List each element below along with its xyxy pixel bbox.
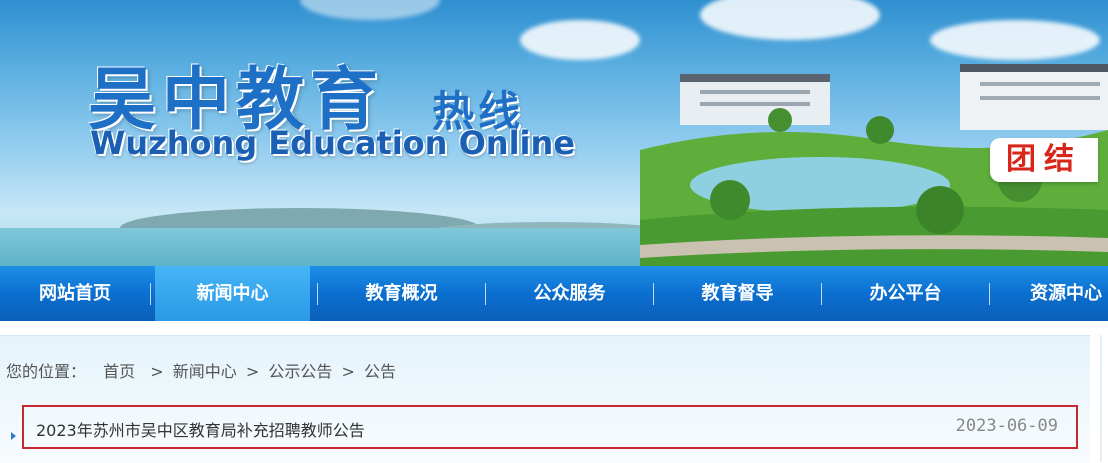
- breadcrumb-public-notice[interactable]: 公示公告: [268, 362, 332, 381]
- breadcrumb-separator: >: [341, 362, 355, 381]
- breadcrumb-separator: >: [245, 362, 260, 381]
- breadcrumb-news-center[interactable]: 新闻中心: [173, 362, 237, 381]
- header-banner: 吴中教育 热线 Wuzhong Education Online 团结: [0, 0, 1108, 266]
- nav-item-news[interactable]: 新闻中心: [155, 266, 310, 321]
- nav-item-overview[interactable]: 教育概况: [318, 266, 485, 321]
- list-item[interactable]: 2023年苏州市吴中区教育局补充招聘教师公告 2023-06-09: [22, 405, 1078, 449]
- nav-item-public-service[interactable]: 公众服务: [486, 266, 653, 321]
- cloud-decoration: [930, 20, 1100, 60]
- list-item-date: 2023-06-09: [955, 416, 1058, 436]
- site-logo-english: Wuzhong Education Online: [90, 124, 575, 162]
- nav-divider: [150, 283, 151, 305]
- nav-item-supervision[interactable]: 教育督导: [654, 266, 821, 321]
- breadcrumb-prefix: 您的位置：: [6, 362, 87, 381]
- page-right-margin: [1090, 321, 1108, 462]
- nav-item-home[interactable]: 网站首页: [0, 266, 150, 321]
- breadcrumb: 您的位置： 首页 > 新闻中心 > 公示公告 > 公告: [6, 358, 400, 382]
- breadcrumb-announcement[interactable]: 公告: [364, 362, 396, 381]
- cloud-decoration: [300, 0, 440, 20]
- cloud-decoration: [700, 0, 880, 40]
- content-panel: 您的位置： 首页 > 新闻中心 > 公示公告 > 公告 2023年苏州市吴中区教…: [0, 335, 1090, 463]
- page-right-divider: [1100, 335, 1102, 462]
- list-item-title[interactable]: 2023年苏州市吴中区教育局补充招聘教师公告: [36, 417, 365, 441]
- nav-item-office[interactable]: 办公平台: [822, 266, 989, 321]
- nav-item-resources[interactable]: 资源中心: [990, 266, 1108, 321]
- breadcrumb-separator: >: [150, 362, 164, 381]
- breadcrumb-home[interactable]: 首页: [103, 362, 135, 381]
- cloud-decoration: [520, 20, 640, 60]
- list-bullet-icon: [11, 432, 16, 440]
- slogan-banner: 团结: [990, 138, 1098, 182]
- main-navigation: 网站首页 新闻中心 教育概况 公众服务 教育督导 办公平台 资源中心: [0, 266, 1108, 321]
